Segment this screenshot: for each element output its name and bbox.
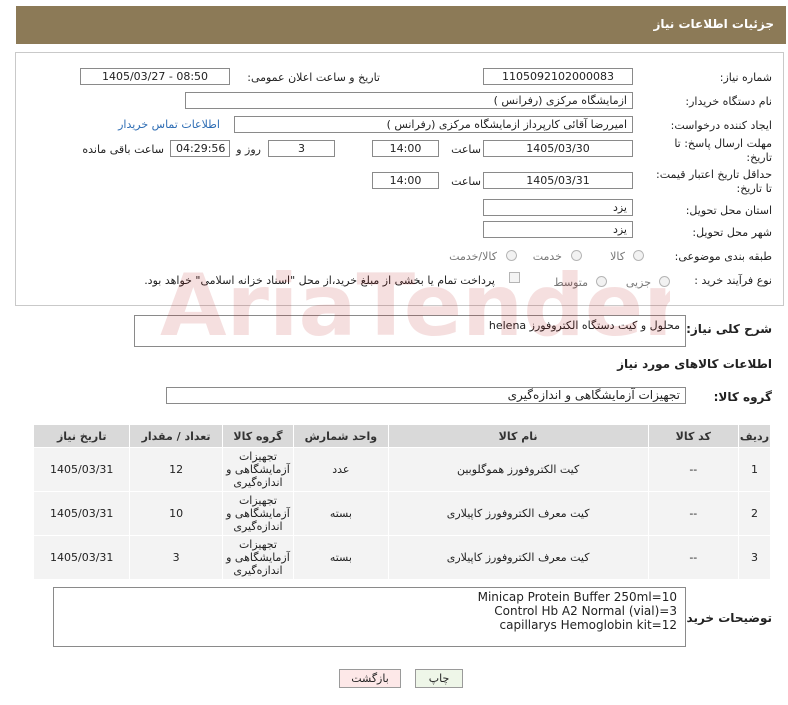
row-date: 1405/03/31 — [32, 447, 131, 492]
process-option-medium: متوسط — [553, 276, 588, 289]
deadline-time-field[interactable]: 14:00 — [372, 140, 439, 157]
validity-label-2: تا تاریخ: — [736, 182, 772, 195]
days-field[interactable]: 3 — [268, 140, 335, 157]
col-code: کد کالا — [647, 424, 739, 448]
province-label: استان محل تحویل: — [685, 204, 772, 217]
summary-textarea[interactable]: محلول و کیت دستگاه الکتروفورز helena — [134, 315, 686, 347]
deadline-time-label: ساعت — [451, 143, 481, 156]
table-row: 2 -- کیت معرف الکتروفورز کاپیلاری بسته ت… — [32, 491, 772, 536]
row-name: کیت معرف الکتروفورز کاپیلاری — [387, 491, 649, 536]
row-unit: بسته — [293, 535, 389, 580]
buyer-notes-textarea[interactable]: Minicap Protein Buffer 250ml=10 Control … — [53, 587, 686, 647]
treasury-payment-checkbox[interactable] — [509, 272, 520, 283]
col-group: گروه کالا — [221, 424, 295, 448]
page-title: جزئیات اطلاعات نیاز — [653, 17, 774, 31]
row-code: -- — [647, 535, 739, 580]
need-number-label: شماره نیاز: — [719, 71, 772, 84]
page-header: جزئیات اطلاعات نیاز — [16, 6, 786, 44]
print-button[interactable]: چاپ — [415, 669, 463, 688]
row-quantity: 3 — [129, 535, 223, 580]
remaining-label: ساعت باقی مانده — [82, 143, 164, 156]
remaining-time-field[interactable]: 04:29:56 — [170, 140, 230, 157]
col-index: ردیف — [737, 424, 772, 448]
validity-time-field[interactable]: 14:00 — [372, 172, 439, 189]
category-label: طبقه بندی موضوعی: — [674, 250, 772, 263]
row-code: -- — [647, 491, 739, 536]
process-radio-minor[interactable] — [659, 276, 670, 287]
validity-time-label: ساعت — [451, 175, 481, 188]
creator-field[interactable]: امیررضا آقائی کارپرداز ازمایشگاه مرکزی (… — [234, 116, 633, 133]
announce-label: تاریخ و ساعت اعلان عمومی: — [247, 71, 380, 84]
need-number-field[interactable]: 1105092102000083 — [483, 68, 633, 85]
deadline-label: مهلت ارسال پاسخ: تا — [674, 137, 772, 150]
row-unit: عدد — [293, 447, 389, 492]
city-field[interactable]: یزد — [483, 221, 633, 238]
back-button[interactable]: بازگشت — [339, 669, 401, 688]
col-quantity: تعداد / مقدار — [129, 424, 223, 448]
category-radio-both[interactable] — [506, 250, 517, 261]
row-quantity: 12 — [129, 447, 223, 492]
deadline-date-field[interactable]: 1405/03/30 — [483, 140, 633, 157]
goods-section-title: اطلاعات کالاهای مورد نیاز — [617, 357, 772, 371]
announce-field[interactable]: 1405/03/27 - 08:50 — [80, 68, 230, 85]
creator-label: ایجاد کننده درخواست: — [670, 119, 772, 132]
row-group: تجهیزات آزمایشگاهی و اندازه‌گیری — [221, 535, 295, 580]
row-name: کیت معرف الکتروفورز کاپیلاری — [387, 535, 649, 580]
goods-table-header: ردیف کد کالا نام کالا واحد شمارش گروه کا… — [32, 424, 772, 448]
buyer-field[interactable]: ازمایشگاه مرکزی (رفرانس ) — [185, 92, 633, 109]
category-option-both: کالا/خدمت — [449, 250, 497, 263]
buyer-notes-line: capillarys Hemoglobin kit=12 — [499, 618, 677, 632]
col-unit: واحد شمارش — [293, 424, 389, 448]
process-label: نوع فرآیند خرید : — [694, 274, 772, 287]
summary-label: شرح کلی نیاز: — [686, 322, 772, 336]
contact-buyer-link[interactable]: اطلاعات تماس خریدار — [118, 118, 220, 131]
row-group: تجهیزات آزمایشگاهی و اندازه‌گیری — [221, 491, 295, 536]
row-date: 1405/03/31 — [32, 535, 131, 580]
buyer-notes-line: Control Hb A2 Normal (vial)=3 — [494, 604, 677, 618]
row-index: 2 — [737, 491, 772, 536]
row-date: 1405/03/31 — [32, 491, 131, 536]
table-row: 3 -- کیت معرف الکتروفورز کاپیلاری بسته ت… — [32, 535, 772, 580]
category-option-goods: کالا — [610, 250, 625, 263]
row-index: 3 — [737, 535, 772, 580]
row-name: کیت الکتروفورز هموگلوبین — [387, 447, 649, 492]
days-label: روز و — [236, 143, 261, 156]
row-group: تجهیزات آزمایشگاهی و اندازه‌گیری — [221, 447, 295, 492]
buyer-label: نام دستگاه خریدار: — [685, 95, 772, 108]
goods-table: ردیف کد کالا نام کالا واحد شمارش گروه کا… — [32, 424, 772, 580]
category-radio-service[interactable] — [571, 250, 582, 261]
validity-date-field[interactable]: 1405/03/31 — [483, 172, 633, 189]
row-unit: بسته — [293, 491, 389, 536]
deadline-label-2: تاریخ: — [746, 151, 772, 164]
col-name: نام کالا — [387, 424, 649, 448]
category-option-service: خدمت — [532, 250, 562, 263]
row-index: 1 — [737, 447, 772, 492]
province-field[interactable]: یزد — [483, 199, 633, 216]
row-quantity: 10 — [129, 491, 223, 536]
buyer-notes-line: Minicap Protein Buffer 250ml=10 — [477, 590, 677, 604]
process-radio-medium[interactable] — [596, 276, 607, 287]
city-label: شهر محل تحویل: — [692, 226, 772, 239]
validity-label: حداقل تاریخ اعتبار قیمت: — [656, 168, 772, 181]
goods-group-field[interactable]: تجهیزات آزمایشگاهی و اندازه‌گیری — [166, 387, 686, 404]
process-option-minor: جزیی — [625, 276, 651, 289]
treasury-payment-note: پرداخت تمام یا بخشی از مبلغ خرید،از محل … — [144, 274, 495, 287]
row-code: -- — [647, 447, 739, 492]
col-date: تاریخ نیاز — [32, 424, 131, 448]
category-radio-goods[interactable] — [633, 250, 644, 261]
table-row: 1 -- کیت الکتروفورز هموگلوبین عدد تجهیزا… — [32, 447, 772, 492]
goods-group-label: گروه کالا: — [713, 390, 772, 404]
